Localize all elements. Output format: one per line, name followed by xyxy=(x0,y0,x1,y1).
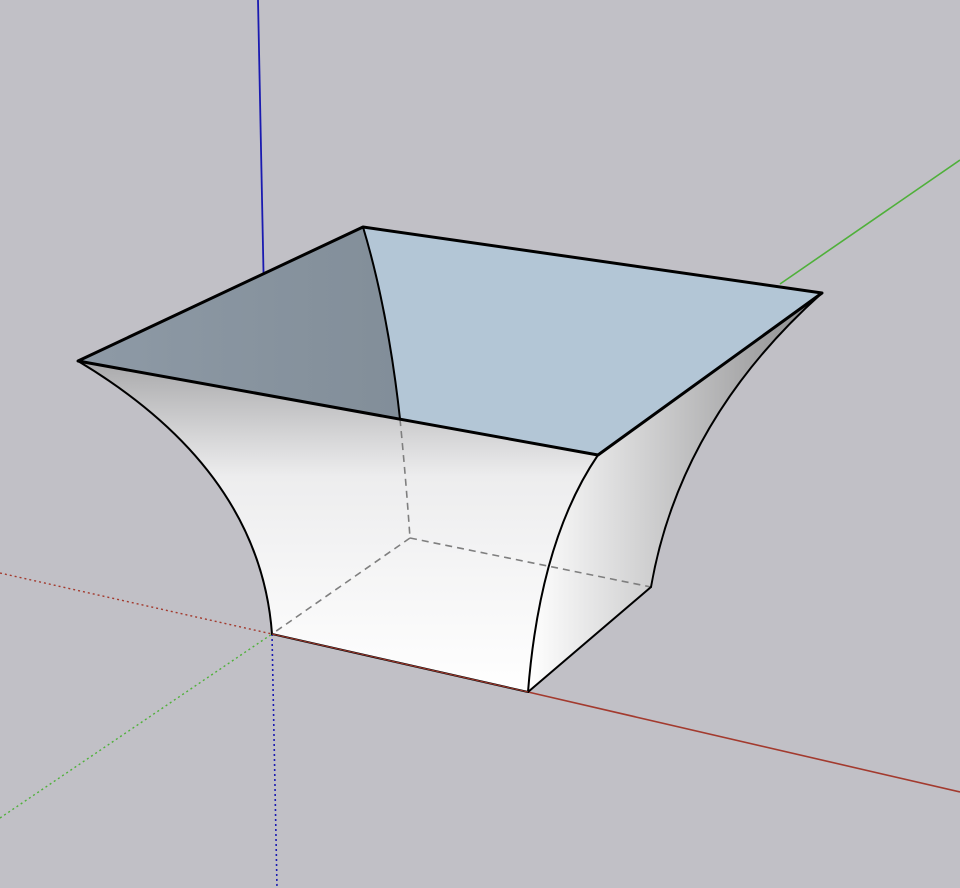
3d-scene[interactable] xyxy=(0,0,960,888)
modeling-viewport[interactable] xyxy=(0,0,960,888)
